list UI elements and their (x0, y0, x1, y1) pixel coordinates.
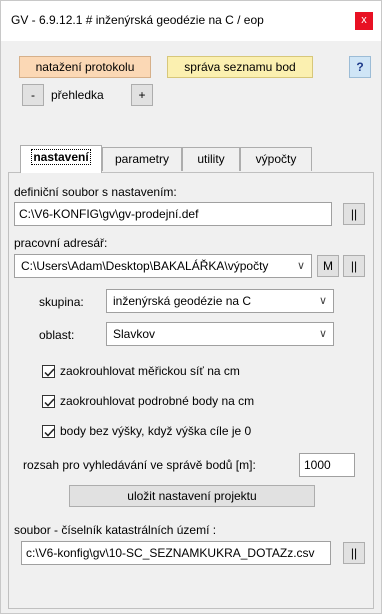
group-value: inženýrská geodézie na C (113, 294, 252, 308)
chevron-down-icon: ∨ (318, 295, 327, 307)
overview-plus-button[interactable]: + (131, 84, 153, 106)
tab-nastaveni-label: nastavení (31, 149, 91, 165)
group-select[interactable]: inženýrská geodézie na C ∨ (106, 289, 334, 313)
round-network-label: zaokrouhlovat měřickou síť na cm (60, 364, 240, 378)
tab-vypocty[interactable]: výpočty (240, 147, 312, 171)
tab-nastaveni[interactable]: nastavení (20, 145, 102, 173)
cadastre-file-label: soubor - číselník katastrálních území : (14, 523, 217, 537)
tab-parametry[interactable]: parametry (102, 147, 182, 171)
cadastre-file-input[interactable]: c:\V6-konfig\gv\10-SC_SEZNAMKUKRA_DOTAZz… (21, 541, 331, 565)
area-select[interactable]: Slavkov ∨ (106, 322, 334, 346)
overview-minus-button[interactable]: - (22, 84, 44, 106)
search-range-label: rozsah pro vyhledávání ve správě bodů [m… (23, 458, 256, 472)
checkmark-icon (44, 398, 55, 407)
area-label: oblast: (39, 328, 75, 342)
save-project-settings-button[interactable]: uložit nastavení projektu (69, 485, 315, 507)
no-height-checkbox[interactable] (42, 425, 55, 438)
definition-file-label: definiční soubor s nastavením: (14, 185, 177, 199)
round-detail-label: zaokrouhlovat podrobné body na cm (60, 394, 255, 408)
working-dir-select[interactable]: C:\Users\Adam\Desktop\BAKALÁŘKA\výpočty … (14, 254, 312, 278)
tab-utility[interactable]: utility (182, 147, 240, 171)
checkmark-icon (44, 368, 55, 377)
close-button[interactable]: x (355, 12, 373, 30)
area-value: Slavkov (113, 327, 156, 341)
search-range-input[interactable]: 1000 (299, 453, 355, 477)
round-detail-row[interactable]: zaokrouhlovat podrobné body na cm (42, 393, 322, 411)
close-icon: x (361, 14, 367, 26)
settings-panel: definiční soubor s nastavením: C:\V6-KON… (8, 172, 374, 609)
help-button[interactable]: ? (349, 56, 371, 78)
group-label: skupina: (39, 295, 84, 309)
window-title: GV - 6.9.12.1 # inženýrská geodézie na C… (11, 13, 264, 27)
working-dir-m-button[interactable]: M (317, 255, 339, 277)
tab-container: nastavení parametry utility výpočty defi… (8, 139, 374, 609)
load-protocol-button[interactable]: natažení protokolu (19, 56, 151, 78)
app-window: GV - 6.9.12.1 # inženýrská geodézie na C… (0, 0, 382, 614)
chevron-down-icon: ∨ (296, 260, 305, 272)
round-detail-checkbox[interactable] (42, 395, 55, 408)
chevron-down-icon: ∨ (318, 328, 327, 340)
definition-file-input[interactable]: C:\V6-KONFIG\gv\gv-prodejní.def (14, 202, 332, 226)
round-network-row[interactable]: zaokrouhlovat měřickou síť na cm (42, 363, 322, 381)
no-height-label: body bez výšky, když výška cíle je 0 (60, 424, 252, 438)
round-network-checkbox[interactable] (42, 365, 55, 378)
manage-points-button[interactable]: správa seznamu bod (167, 56, 313, 78)
title-bar: GV - 6.9.12.1 # inženýrská geodézie na C… (1, 1, 381, 41)
cadastre-file-browse-button[interactable]: || (343, 542, 365, 564)
working-dir-browse-button[interactable]: || (343, 255, 365, 277)
no-height-row[interactable]: body bez výšky, když výška cíle je 0 (42, 423, 332, 441)
working-dir-label: pracovní adresář: (14, 236, 108, 250)
working-dir-value: C:\Users\Adam\Desktop\BAKALÁŘKA\výpočty (21, 259, 269, 273)
checkmark-icon (44, 428, 55, 437)
definition-file-browse-button[interactable]: || (343, 203, 365, 225)
overview-label: přehledka (51, 88, 104, 102)
